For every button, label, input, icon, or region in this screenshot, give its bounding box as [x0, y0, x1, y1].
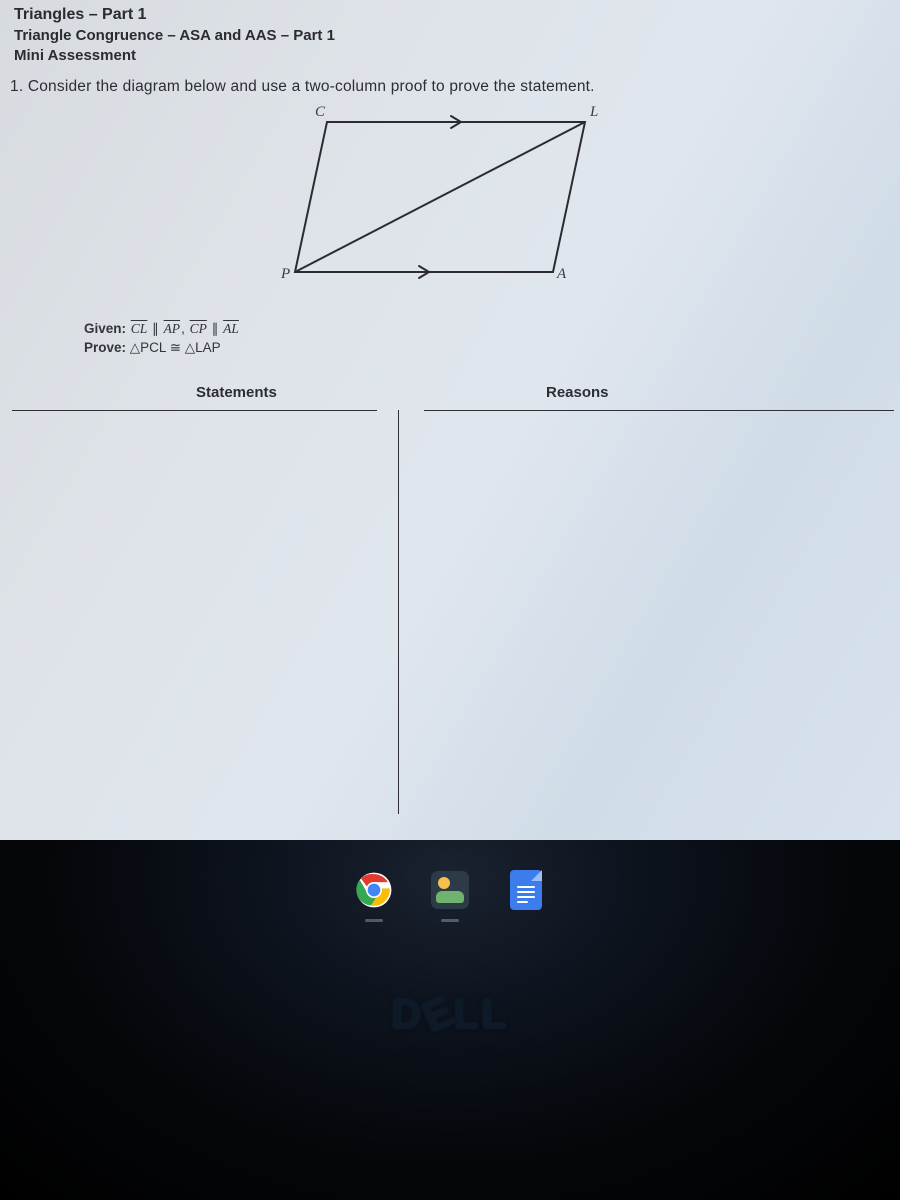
taskbar-indicator: [365, 919, 383, 922]
parallelogram-diagram: C L P A: [285, 104, 615, 294]
question-body: Consider the diagram below and use a two…: [28, 78, 595, 95]
column-header-reasons: Reasons: [546, 384, 609, 401]
given-seg-ap: AP: [163, 321, 182, 336]
given-line: Given: CL ∥ AP, CP ∥ AL: [84, 320, 894, 339]
given-rel-2: ∥: [208, 321, 222, 336]
given-seg-cl: CL: [130, 321, 149, 336]
files-app-icon[interactable]: [428, 868, 472, 912]
given-rel-1: ∥: [148, 321, 162, 336]
given-seg-al: AL: [222, 321, 240, 336]
dell-brand-logo: DELL: [0, 990, 900, 1038]
taskbar: [0, 868, 900, 912]
header-rule-left: [12, 410, 377, 411]
header-rule-right: [424, 410, 894, 411]
vertex-label-l: L: [590, 104, 598, 121]
given-prove-block: Given: CL ∥ AP, CP ∥ AL Prove: △PCL ≅ △L…: [84, 320, 894, 358]
worksheet-page: Triangles – Part 1 Triangle Congruence –…: [0, 0, 900, 840]
vertex-label-p: P: [281, 266, 290, 283]
diagram-container: C L P A: [6, 104, 894, 294]
title-text: Triangles – Part 1: [14, 4, 894, 26]
given-seg-cp: CP: [189, 321, 208, 336]
two-column-proof-table: Statements Reasons: [6, 384, 894, 814]
docs-app-icon[interactable]: [504, 868, 548, 912]
vertex-label-a: A: [557, 266, 566, 283]
column-header-statements: Statements: [196, 384, 277, 401]
question-number: 1.: [10, 78, 23, 95]
given-sep: ,: [181, 321, 189, 336]
vertex-label-c: C: [315, 104, 325, 121]
docs-icon: [510, 870, 542, 910]
prove-line: Prove: △PCL ≅ △LAP: [84, 339, 894, 358]
prove-label: Prove:: [84, 340, 126, 355]
subtitle-text: Triangle Congruence – ASA and AAS – Part…: [14, 26, 894, 46]
docs-icon-lines: [517, 886, 535, 906]
laptop-bezel: DELL: [0, 840, 900, 1200]
given-label: Given:: [84, 321, 126, 336]
chrome-app-icon[interactable]: [352, 868, 396, 912]
taskbar-indicator: [441, 919, 459, 922]
prove-statement: △PCL ≅ △LAP: [130, 340, 221, 355]
chrome-icon: [355, 871, 393, 909]
center-divider: [398, 410, 399, 814]
assessment-text: Mini Assessment: [14, 46, 894, 66]
files-icon: [431, 871, 469, 909]
worksheet-header: Triangles – Part 1 Triangle Congruence –…: [14, 4, 894, 66]
question-prompt: 1. Consider the diagram below and use a …: [10, 78, 894, 96]
